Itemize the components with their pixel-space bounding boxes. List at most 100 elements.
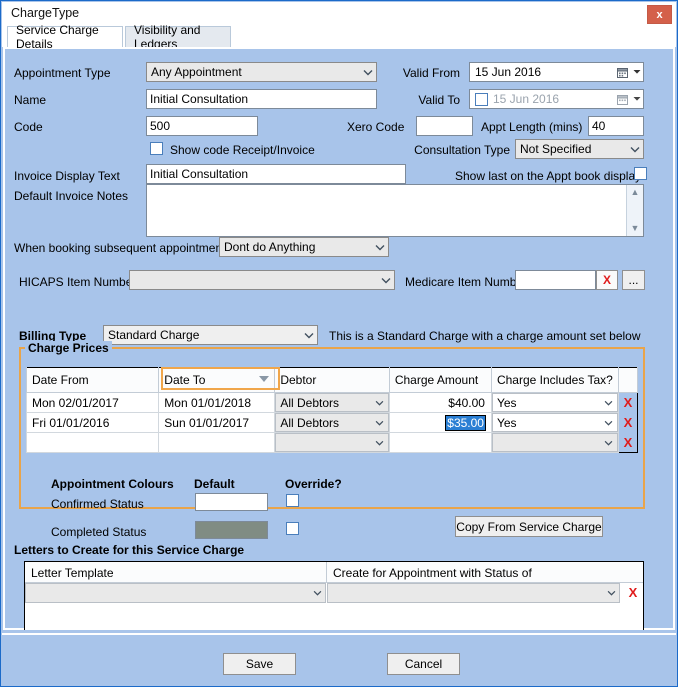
valid-to-enable-checkbox[interactable] xyxy=(475,92,488,106)
chevron-down-icon xyxy=(627,146,643,153)
delete-row-button[interactable]: X xyxy=(619,416,637,429)
valid-to-value: 15 Jun 2016 xyxy=(493,92,560,106)
chevron-down-icon xyxy=(603,590,619,596)
billing-type-hint: This is a Standard Charge with a charge … xyxy=(329,329,641,343)
column-header-letter-template[interactable]: Letter Template xyxy=(31,566,114,580)
appt-length-input[interactable] xyxy=(588,116,644,136)
completed-status-label: Completed Status xyxy=(51,525,147,539)
chevron-down-icon xyxy=(630,96,643,102)
delete-row-button[interactable]: X xyxy=(619,436,637,449)
consultation-type-value: Not Specified xyxy=(520,142,592,156)
letter-template-select[interactable] xyxy=(25,583,326,603)
save-button[interactable]: Save xyxy=(223,653,296,675)
close-button[interactable]: x xyxy=(647,5,672,24)
medicare-item-number-label: Medicare Item Number xyxy=(405,275,528,289)
chevron-down-icon xyxy=(301,332,317,339)
chevron-down-icon xyxy=(372,420,388,426)
charge-type-window: ChargeType x Service Charge Details Visi… xyxy=(0,0,678,687)
xero-code-input[interactable] xyxy=(416,116,473,136)
override-header: Override? xyxy=(285,477,342,491)
cell-debtor-select[interactable]: All Debtors xyxy=(275,393,389,412)
completed-status-colour-swatch[interactable] xyxy=(195,521,268,539)
chevron-down-icon xyxy=(309,590,325,596)
chevron-down-icon xyxy=(378,277,394,284)
chevron-down-icon xyxy=(372,244,388,251)
column-header-debtor[interactable]: Debtor xyxy=(274,367,390,393)
table-row[interactable]: X xyxy=(25,432,638,453)
appointment-type-select[interactable]: Any Appointment xyxy=(146,62,377,82)
hicaps-item-number-select[interactable] xyxy=(129,270,395,290)
cell-date-from[interactable] xyxy=(27,434,158,452)
cell-charge-amount[interactable]: $40.00 xyxy=(390,394,491,412)
column-header-date-from[interactable]: Date From xyxy=(25,367,160,393)
cell-charge-amount-selected[interactable]: $35.00 xyxy=(390,414,491,432)
scroll-up-icon: ▲ xyxy=(630,187,640,197)
copy-from-service-charge-button[interactable]: Copy From Service Charge xyxy=(455,516,603,537)
column-header-date-to[interactable]: Date To xyxy=(158,367,276,393)
table-row[interactable]: Mon 02/01/2017 Mon 01/01/2018 All Debtor… xyxy=(25,392,638,413)
valid-to-label: Valid To xyxy=(418,93,460,107)
consultation-type-select[interactable]: Not Specified xyxy=(515,139,644,159)
tab-label: Service Charge Details xyxy=(16,23,99,51)
cell-includes-tax-value: Yes xyxy=(496,415,517,430)
confirmed-status-override-checkbox[interactable] xyxy=(286,494,299,507)
show-code-receipt-checkbox[interactable] xyxy=(150,142,163,155)
calendar-icon xyxy=(615,94,630,105)
delete-letter-row-button[interactable]: X xyxy=(625,586,641,599)
cell-debtor-select[interactable] xyxy=(275,433,389,452)
table-row[interactable]: Fri 01/01/2016 Sun 01/01/2017 All Debtor… xyxy=(25,412,638,433)
cell-date-from[interactable]: Mon 02/01/2017 xyxy=(27,394,158,412)
letters-header-row: Letter Template Create for Appointment w… xyxy=(25,562,643,583)
chevron-down-icon xyxy=(601,420,617,426)
cell-charge-amount-value: $35.00 xyxy=(445,414,486,431)
column-header-charge-amount[interactable]: Charge Amount xyxy=(388,367,492,393)
billing-type-value: Standard Charge xyxy=(108,328,200,342)
completed-status-override-checkbox[interactable] xyxy=(286,522,299,535)
cell-date-to[interactable] xyxy=(159,434,274,452)
tab-service-charge-details[interactable]: Service Charge Details xyxy=(7,23,123,51)
default-invoice-notes-label: Default Invoice Notes xyxy=(14,189,129,203)
valid-to-datepicker[interactable]: 15 Jun 2016 xyxy=(469,89,644,109)
hicaps-item-number-label: HICAPS Item Number xyxy=(19,275,137,289)
cancel-button[interactable]: Cancel xyxy=(387,653,460,675)
medicare-item-number-input[interactable] xyxy=(515,270,596,290)
tab-visibility-and-ledgers[interactable]: Visibility and Ledgers xyxy=(125,23,231,51)
cell-date-to[interactable]: Sun 01/01/2017 xyxy=(159,414,274,432)
show-last-label: Show last on the Appt book display xyxy=(455,169,642,183)
invoice-display-text-input[interactable] xyxy=(146,164,406,184)
billing-type-select[interactable]: Standard Charge xyxy=(103,325,318,345)
code-label: Code xyxy=(14,120,43,134)
charge-prices-table: Date From Date To Debtor Charge Amount C… xyxy=(25,367,639,453)
confirmed-status-colour-swatch[interactable] xyxy=(195,493,268,511)
cell-includes-tax-select[interactable]: Yes xyxy=(491,413,618,432)
delete-row-button[interactable]: X xyxy=(619,396,637,409)
chevron-down-icon xyxy=(601,440,617,446)
footer-divider xyxy=(2,633,676,635)
cell-debtor-select[interactable]: All Debtors xyxy=(275,413,389,432)
default-invoice-notes-field[interactable]: ▲ ▼ xyxy=(146,184,644,237)
medicare-clear-button[interactable]: X xyxy=(596,270,618,290)
appt-length-label: Appt Length (mins) xyxy=(481,120,583,134)
medicare-browse-button[interactable]: ... xyxy=(622,270,645,290)
cell-date-from[interactable]: Fri 01/01/2016 xyxy=(27,414,158,432)
chevron-down-icon xyxy=(372,400,388,406)
consultation-type-label: Consultation Type xyxy=(414,143,510,157)
cell-includes-tax-value: Yes xyxy=(496,395,517,410)
code-input[interactable] xyxy=(146,116,258,136)
confirmed-status-label: Confirmed Status xyxy=(51,497,144,511)
cell-date-to[interactable]: Mon 01/01/2018 xyxy=(159,394,274,412)
cell-charge-amount[interactable] xyxy=(390,434,491,452)
dialog-footer: Save Cancel xyxy=(2,630,676,685)
cell-includes-tax-select[interactable]: Yes xyxy=(491,393,618,412)
valid-from-datepicker[interactable]: 15 Jun 2016 xyxy=(469,62,644,82)
show-last-checkbox[interactable] xyxy=(634,167,647,180)
name-input[interactable] xyxy=(146,89,377,109)
sort-descending-icon xyxy=(259,376,269,382)
subsequent-appointments-select[interactable]: Dont do Anything xyxy=(219,237,389,257)
notes-scrollbar[interactable]: ▲ ▼ xyxy=(626,185,643,236)
create-for-status-select[interactable] xyxy=(327,583,620,603)
name-label: Name xyxy=(14,93,47,107)
column-header-charge-includes-tax[interactable]: Charge Includes Tax? xyxy=(490,367,619,393)
cell-includes-tax-select[interactable] xyxy=(491,433,618,452)
column-header-create-for-status[interactable]: Create for Appointment with Status of xyxy=(333,566,532,580)
